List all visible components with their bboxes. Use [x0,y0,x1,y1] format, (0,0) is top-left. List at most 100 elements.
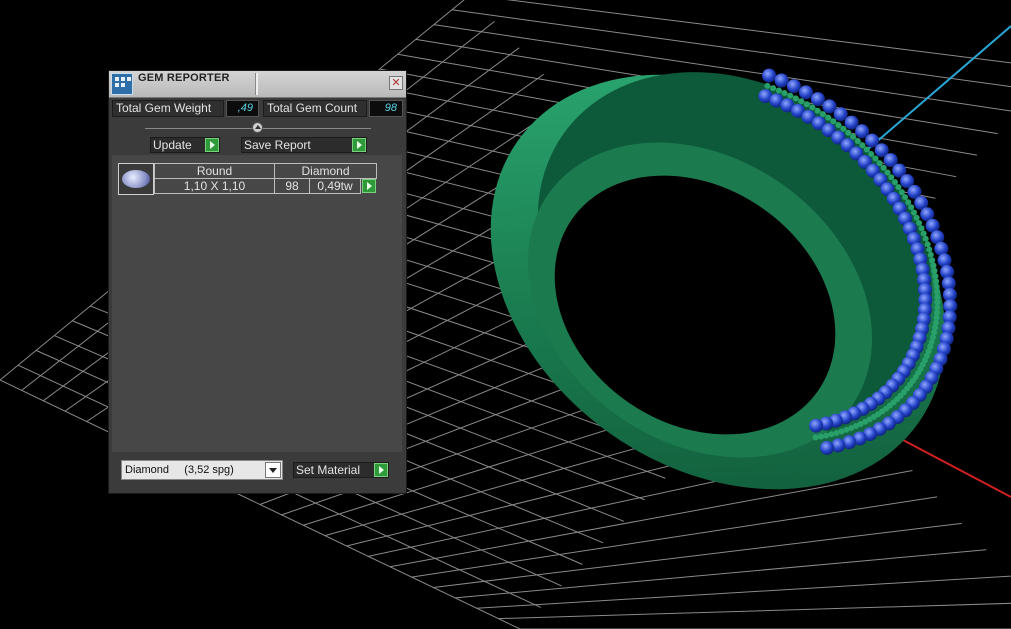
bead [892,179,898,186]
gem-reporter-panel: GEM REPORTER ✕ Total Gem Weight ,49 Tota… [108,70,407,494]
gem-stone [820,440,834,455]
bead [924,241,931,248]
gem-stone [799,85,813,100]
bead [902,194,909,201]
update-button[interactable]: Update [150,137,220,153]
bead [828,431,835,438]
ring-model [490,68,958,490]
title-tab-divider [255,73,258,95]
update-label: Update [153,138,192,152]
window-title: GEM REPORTER [138,72,230,84]
grid-line [476,575,1011,609]
bead [803,101,810,108]
green-arrow-icon[interactable] [352,138,366,152]
bead [913,214,920,221]
gem-material-cell: Diamond [274,163,377,179]
bead [850,133,857,140]
bead [934,288,941,295]
round-gem-icon[interactable] [118,163,154,195]
bead [835,122,842,128]
bead [798,98,805,105]
total-gem-count-value: 98 [369,100,403,117]
material-dropdown[interactable]: Diamond (3,52 spg) [121,460,283,480]
gem-list[interactable]: Round Diamond 1,10 X 1,10 98 0,49tw [112,155,402,452]
gem-stone [786,79,801,94]
bead [833,430,840,436]
bead [933,283,940,290]
bead [926,246,933,253]
bead [818,433,824,440]
bead [845,129,852,136]
title-bar[interactable]: GEM REPORTER ✕ [109,71,406,98]
bead [880,164,887,171]
bead [854,138,861,144]
save-report-button[interactable]: Save Report [241,137,367,153]
gem-size-cell: 1,10 X 1,10 [154,178,275,194]
bead [819,111,826,118]
bead [840,125,847,132]
bead [764,82,771,89]
save-report-label: Save Report [244,138,311,152]
close-icon[interactable]: ✕ [389,76,403,90]
green-arrow-icon[interactable] [374,463,388,477]
bead [908,204,915,211]
set-material-label: Set Material [296,463,361,477]
gem-stone [937,253,952,268]
gem-weight-cell: 0,49tw [309,178,361,194]
chevron-down-icon[interactable] [265,462,281,478]
bead [934,294,941,301]
bead [898,189,905,196]
bead [812,434,819,441]
bead [787,92,794,99]
bead [934,304,941,311]
bead [876,160,883,167]
bead [911,209,917,216]
bead [775,87,782,94]
bead [809,104,816,111]
green-arrow-icon[interactable] [205,138,219,152]
gem-stone [762,68,777,83]
bead [859,142,866,149]
bead [905,199,912,206]
gem-stone [809,418,824,433]
bead [884,169,891,176]
bead [888,174,895,181]
bead [933,278,940,285]
total-gem-count-label: Total Gem Count [263,100,367,117]
set-material-button[interactable]: Set Material [293,462,389,478]
bead [922,235,929,242]
bead [916,220,923,226]
material-selected-value: Diamond (3,52 spg) [125,464,234,476]
bead [781,90,788,96]
bead [934,299,941,306]
bead [920,230,927,237]
bead [792,95,799,102]
gem-stone [810,92,825,107]
bead [895,184,902,191]
green-arrow-icon[interactable] [362,179,376,193]
bead [930,262,937,269]
bead [868,151,875,157]
bead [814,107,821,114]
total-gem-weight-label: Total Gem Weight [112,100,224,117]
bead [931,267,938,274]
gem-reporter-icon [111,73,133,95]
gem-stone [774,73,789,88]
bead [823,432,830,439]
grid-line [433,522,962,588]
gem-shape-cell: Round [154,163,275,179]
grid-line [505,0,1011,64]
grid-line [389,470,913,568]
grid-line [498,602,1011,620]
bead [825,114,832,121]
grid-line [411,496,938,578]
splitter-handle[interactable] [252,122,263,133]
bead [932,273,939,280]
gem-count-cell: 98 [274,178,310,194]
bead [918,225,925,232]
bead [872,155,879,162]
bead [927,251,934,258]
bead [929,257,936,264]
bead [770,85,777,92]
total-gem-weight-value: ,49 [226,100,259,117]
